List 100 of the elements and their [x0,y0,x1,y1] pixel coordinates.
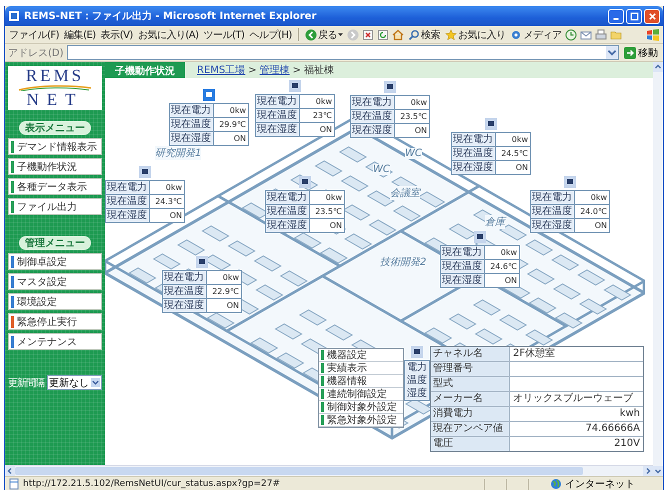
sensor-value: ON [594,220,608,232]
address-field[interactable] [66,45,619,60]
print-icon[interactable] [595,28,608,40]
sidebar-menu-item[interactable]: マスタ設定 [8,273,102,290]
sensor-label: 現在湿度 [452,161,496,174]
browser-icon [8,10,20,22]
sensor-label: 現在電力 [531,191,575,204]
horizontal-scrollbar[interactable] [5,465,653,476]
sensor-label: 現在湿度 [266,219,310,232]
breadcrumb-link[interactable]: 管理棟 [260,63,290,77]
device-icon[interactable] [196,256,208,268]
page-icon [8,478,20,490]
room-label: WC [373,164,390,175]
sensor-label: 現在湿度 [163,299,207,312]
window-title: REMS-NET：ファイル出力 - Microsoft Internet Explorer [24,10,316,23]
device-icon[interactable] [411,346,423,358]
refresh-icon[interactable] [376,28,389,40]
detail-label: メーカー名 [431,392,510,406]
device-icon[interactable] [289,80,301,92]
sidebar-menu-item[interactable]: 制御卓設定 [8,253,102,270]
device-icon[interactable] [384,81,396,93]
sensor-label: 現在電力 [106,181,150,194]
sensor-value: 0kw [164,182,183,194]
sensor-value: 23.5℃ [314,206,343,218]
context-menu-item[interactable]: 緊急対象外設定 [319,414,403,427]
sensor-label: 湿度 [406,387,428,400]
status-zone: インターネット [565,478,635,490]
close-button[interactable] [644,8,660,24]
menu-item[interactable]: 編集(E) [63,28,97,42]
sensor-value: ON [414,125,428,137]
dropdown-caret-icon[interactable] [606,46,618,59]
device-icon[interactable] [139,166,151,178]
vertical-scrollbar[interactable] [653,62,663,476]
device-icon[interactable] [203,89,215,101]
device-icon[interactable] [485,118,497,130]
sidebar-menu-item[interactable]: メンテナンス [8,333,102,350]
context-menu-item[interactable]: 実績表示 [319,362,403,375]
menu-section-title: 管理メニュー [19,236,91,250]
sensor-label: 現在温度 [531,205,575,218]
sensor-value: 24.6℃ [489,261,518,273]
sensor-value: 0kw [500,247,518,259]
sensor-label: 現在電力 [170,104,214,117]
history-icon[interactable] [565,28,578,40]
context-menu-item[interactable]: 制御対象外設定 [319,401,403,414]
sidebar-menu-item[interactable]: ファイル出力 [8,198,102,215]
stop-icon[interactable] [362,28,374,40]
globe-icon [550,478,562,490]
context-menu-item[interactable]: 連続制御設定 [319,388,403,401]
sensor-label: 現在電力 [163,271,207,284]
sensor-label: 現在電力 [256,95,300,108]
menu-item[interactable]: ファイル(F) [8,28,60,42]
media-button[interactable]: メディア [509,28,562,42]
detail-label: 電圧 [431,437,510,451]
menu-item[interactable]: お気に入り(A) [136,28,200,42]
sensor-value: 23.5℃ [399,111,428,123]
sensor-value: 0kw [410,97,428,109]
sensor-label: 現在温度 [441,260,485,273]
sensor-label: 現在温度 [163,285,207,298]
sidebar-menu-item[interactable]: 緊急停止実行 [8,313,102,330]
mail-icon[interactable] [580,28,592,40]
sensor-value: 23℃ [312,110,333,122]
maximize-button[interactable] [626,8,642,24]
room-label: 倉庫 [485,215,505,229]
sensor-label: 電力 [406,361,428,374]
sidebar-menu-item[interactable]: デマンド情報表示 [8,138,102,155]
go-button[interactable]: 移動 [622,46,660,60]
close-icon [648,12,656,20]
device-icon[interactable] [474,231,486,243]
menu-item[interactable]: ヘルプ(H) [248,28,293,42]
context-menu-item[interactable]: 機器設定 [319,349,403,362]
device-icon[interactable] [564,176,576,188]
menu-item[interactable]: ツール(T) [202,28,246,42]
context-menu-item[interactable]: 機器情報 [319,375,403,388]
detail-label: 消費電力 [431,407,510,421]
sidebar-menu-item[interactable]: 子機動作状況 [8,158,102,175]
device-icon[interactable] [299,176,311,188]
sensor-value: 29.9℃ [218,119,247,131]
go-arrow-icon [624,46,636,58]
sensor-value: 24.5℃ [500,148,529,160]
room-label: 会議室 [390,186,420,200]
sensor-label: 現在電力 [452,133,496,146]
menu-item[interactable]: 表示(V) [100,28,134,42]
detail-value: オリックスブルーウェーブ [512,392,634,406]
breadcrumb-link[interactable]: REMS工場 [197,63,246,77]
search-button[interactable]: 検索 [406,28,441,42]
detail-value: kwh [618,407,641,421]
sidebar-menu-item[interactable]: 各種データ表示 [8,178,102,195]
minimize-button[interactable] [608,8,624,24]
sensor-label: 現在温度 [256,109,300,122]
breadcrumb-current: 福祉棟 [304,64,334,77]
sensor-label: 現在電力 [351,96,395,109]
maximize-icon [630,12,638,20]
room-label: 研究開発1 [155,146,202,160]
refresh-interval-select[interactable]: 更新なし [47,375,102,390]
sensor-label: 現在温度 [170,118,214,131]
caret-icon [91,378,100,387]
favorites-button[interactable]: お気に入り [444,28,506,42]
sidebar-menu-item[interactable]: 環境設定 [8,293,102,310]
back-button[interactable]: 戻る [304,28,344,42]
home-icon[interactable] [392,28,404,40]
